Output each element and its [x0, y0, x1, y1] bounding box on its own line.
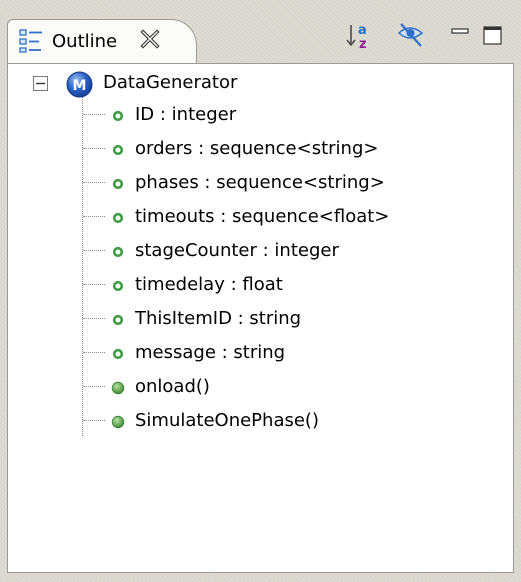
tree-item-field[interactable]: timeouts : sequence<float>	[8, 200, 513, 234]
tree-item-field[interactable]: ThisItemID : string	[8, 302, 513, 336]
tree-item-label: ID : integer	[135, 104, 237, 125]
outline-tab[interactable]: Outline	[7, 19, 197, 64]
module-icon: M	[66, 71, 93, 98]
maximize-icon[interactable]	[478, 20, 510, 52]
field-icon	[111, 210, 125, 224]
tree-item-field[interactable]: timedelay : float	[8, 268, 513, 302]
tree-node-label: DataGenerator	[103, 72, 238, 93]
tree-item-field[interactable]: message : string	[8, 336, 513, 370]
close-icon[interactable]	[138, 27, 162, 51]
outline-tree: M DataGenerator ID : integer orders : se…	[7, 63, 514, 573]
tree-item-label: onload()	[135, 376, 210, 397]
tree-item-field[interactable]: phases : sequence<string>	[8, 166, 513, 200]
field-icon	[111, 176, 125, 190]
method-icon	[111, 380, 125, 395]
tree-branch	[83, 182, 105, 183]
svg-text:a: a	[358, 23, 367, 38]
tree-branch	[83, 216, 105, 217]
tree-item-label: phases : sequence<string>	[135, 172, 385, 193]
tree-branch	[83, 352, 105, 353]
collapse-icon[interactable]	[33, 76, 48, 91]
tree-item-label: SimulateOnePhase()	[135, 410, 319, 431]
field-icon	[111, 142, 125, 156]
tree-item-method[interactable]: SimulateOnePhase()	[8, 404, 513, 438]
outline-tab-label: Outline	[52, 31, 118, 52]
tree-item-field[interactable]: orders : sequence<string>	[8, 132, 513, 166]
tree-branch	[83, 318, 105, 319]
tree-item-label: ThisItemID : string	[135, 308, 302, 329]
module-icon-letter: M	[73, 78, 87, 94]
field-icon	[111, 312, 125, 326]
tree-branch	[83, 114, 105, 115]
field-icon	[111, 278, 125, 292]
tree-item-label: timeouts : sequence<float>	[135, 206, 390, 227]
tree-branch	[83, 420, 105, 421]
tree-item-label: orders : sequence<string>	[135, 138, 379, 159]
hide-fields-icon[interactable]	[395, 20, 427, 52]
tree-item-label: timedelay : float	[135, 274, 283, 295]
tree-branch	[83, 284, 105, 285]
sort-alphabetically-icon[interactable]: a z	[343, 20, 375, 52]
tree-branch	[83, 250, 105, 251]
tree-branch	[83, 386, 105, 387]
view-tab-bar: Outline a z	[4, 4, 517, 64]
field-icon	[111, 108, 125, 122]
outline-view: Outline a z M DataGenerator ID: integer…	[4, 4, 517, 577]
minimize-icon[interactable]	[446, 20, 478, 52]
method-icon	[111, 414, 125, 429]
tree-item-label: message : string	[135, 342, 286, 363]
tree-branch	[83, 148, 105, 149]
tree-item-method[interactable]: onload()	[8, 370, 513, 404]
tree-item-field[interactable]: stageCounter : integer	[8, 234, 513, 268]
field-icon	[111, 244, 125, 258]
svg-text:z: z	[359, 37, 367, 52]
tree-node-datagenerator[interactable]: M DataGenerator	[8, 64, 513, 100]
tree-item-field[interactable]: ID : integer	[8, 98, 513, 132]
outline-icon	[18, 28, 44, 54]
field-icon	[111, 346, 125, 360]
tree-item-label: stageCounter : integer	[135, 240, 339, 261]
